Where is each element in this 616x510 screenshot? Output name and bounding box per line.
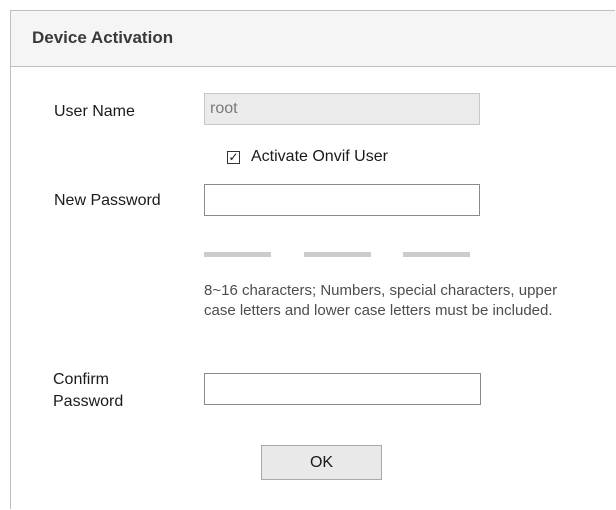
activate-onvif-label[interactable]: Activate Onvif User xyxy=(251,148,388,166)
confirm-password-label-line1: Confirm xyxy=(53,371,110,388)
ok-button[interactable]: OK xyxy=(261,445,382,480)
device-activation-dialog: Device Activation User Name ✓ Activate O… xyxy=(10,10,616,509)
new-password-label: New Password xyxy=(54,192,161,209)
new-password-field[interactable] xyxy=(204,184,480,216)
confirm-password-field[interactable] xyxy=(204,373,481,405)
username-label: User Name xyxy=(54,103,135,120)
password-hint: 8~16 characters; Numbers, special charac… xyxy=(204,282,558,319)
password-strength-bar-medium xyxy=(304,252,371,257)
activate-onvif-user-row[interactable]: ✓ Activate Onvif User xyxy=(227,147,388,167)
confirm-password-label: Confirm Password xyxy=(53,369,123,413)
username-field xyxy=(204,93,480,125)
password-strength-bar-weak xyxy=(204,252,271,257)
password-strength-bar-strong xyxy=(403,252,470,257)
activate-onvif-checkbox[interactable]: ✓ xyxy=(227,150,240,164)
dialog-title: Device Activation xyxy=(32,28,174,47)
dialog-header: Device Activation xyxy=(11,11,616,67)
confirm-password-label-line2: Password xyxy=(53,393,124,410)
